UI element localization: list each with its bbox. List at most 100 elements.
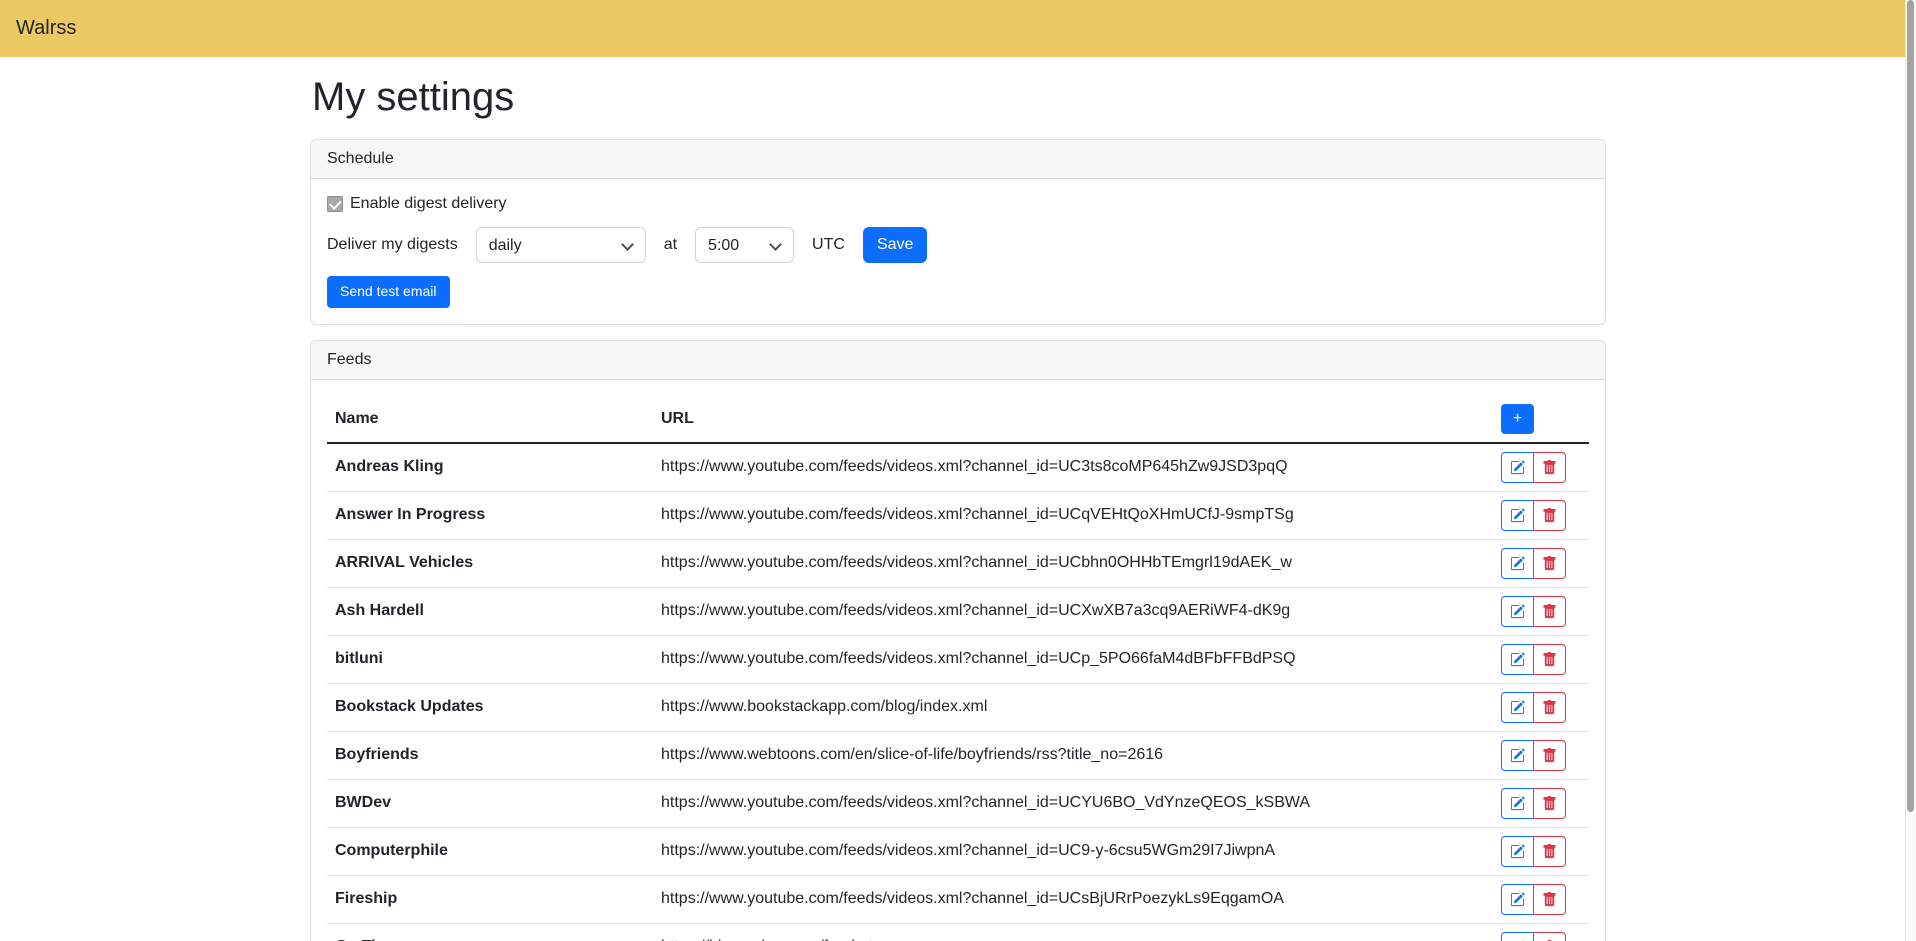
feed-actions-group	[1501, 500, 1566, 531]
feed-actions-group	[1501, 836, 1566, 867]
feed-actions-group	[1501, 452, 1566, 483]
save-button[interactable]: Save	[863, 227, 927, 263]
feed-url: https://www.youtube.com/feeds/videos.xml…	[653, 635, 1493, 683]
feed-actions-group	[1501, 740, 1566, 771]
feed-url: https://www.youtube.com/feeds/videos.xml…	[653, 443, 1493, 492]
feed-actions	[1493, 443, 1589, 492]
feed-name: Ash Hardell	[327, 587, 653, 635]
pencil-square-icon	[1510, 460, 1525, 475]
edit-feed-button[interactable]	[1501, 932, 1534, 941]
feed-actions-group	[1501, 596, 1566, 627]
add-feed-button[interactable]: +	[1501, 404, 1534, 434]
delete-feed-button[interactable]	[1533, 836, 1566, 867]
feed-actions	[1493, 635, 1589, 683]
feed-name: Computerphile	[327, 827, 653, 875]
edit-feed-button[interactable]	[1501, 788, 1534, 819]
feed-url: https://www.youtube.com/feeds/videos.xml…	[653, 491, 1493, 539]
feed-url: https://www.youtube.com/feeds/videos.xml…	[653, 875, 1493, 923]
schedule-card-header: Schedule	[311, 140, 1605, 179]
delete-feed-button[interactable]	[1533, 596, 1566, 627]
pencil-square-icon	[1510, 892, 1525, 907]
feed-name: Boyfriends	[327, 731, 653, 779]
table-row: Boyfriends https://www.webtoons.com/en/s…	[327, 731, 1589, 779]
feed-url: https://www.bookstackapp.com/blog/index.…	[653, 683, 1493, 731]
feeds-table: Name URL + Andreas Kling https://www.you…	[327, 396, 1589, 941]
trash-icon	[1542, 508, 1557, 523]
table-row: Bookstack Updates https://www.bookstacka…	[327, 683, 1589, 731]
pencil-square-icon	[1510, 652, 1525, 667]
feed-url: https://blog.golang.org/feed.atom	[653, 923, 1493, 941]
at-label: at	[664, 236, 677, 254]
delete-feed-button[interactable]	[1533, 548, 1566, 579]
feed-actions	[1493, 731, 1589, 779]
edit-feed-button[interactable]	[1501, 596, 1534, 627]
top-navbar: Walrss	[0, 0, 1916, 57]
table-row: Fireship https://www.youtube.com/feeds/v…	[327, 875, 1589, 923]
edit-feed-button[interactable]	[1501, 644, 1534, 675]
frequency-select-wrap: daily	[476, 227, 646, 263]
table-row: Go Time https://blog.golang.org/feed.ato…	[327, 923, 1589, 941]
feed-actions-group	[1501, 692, 1566, 723]
feed-name: Answer In Progress	[327, 491, 653, 539]
table-row: Answer In Progress https://www.youtube.c…	[327, 491, 1589, 539]
edit-feed-button[interactable]	[1501, 548, 1534, 579]
delete-feed-button[interactable]	[1533, 692, 1566, 723]
delete-feed-button[interactable]	[1533, 932, 1566, 941]
feed-actions	[1493, 923, 1589, 941]
feed-actions	[1493, 491, 1589, 539]
feed-actions	[1493, 827, 1589, 875]
feed-actions	[1493, 875, 1589, 923]
trash-icon	[1542, 796, 1557, 811]
frequency-select[interactable]: daily	[476, 227, 646, 263]
page-scrollbar[interactable]	[1905, 0, 1916, 941]
delete-feed-button[interactable]	[1533, 644, 1566, 675]
delete-feed-button[interactable]	[1533, 500, 1566, 531]
pencil-square-icon	[1510, 556, 1525, 571]
feed-actions-group	[1501, 644, 1566, 675]
delete-feed-button[interactable]	[1533, 884, 1566, 915]
trash-icon	[1542, 844, 1557, 859]
delete-feed-button[interactable]	[1533, 740, 1566, 771]
pencil-square-icon	[1510, 508, 1525, 523]
feeds-card: Feeds Name URL + Andreas Kling https://w…	[310, 340, 1606, 941]
trash-icon	[1542, 460, 1557, 475]
send-test-email-button[interactable]: Send test email	[327, 276, 450, 308]
table-row: Andreas Kling https://www.youtube.com/fe…	[327, 443, 1589, 492]
trash-icon	[1542, 892, 1557, 907]
table-row: Ash Hardell https://www.youtube.com/feed…	[327, 587, 1589, 635]
trash-icon	[1542, 700, 1557, 715]
feed-actions	[1493, 587, 1589, 635]
enable-digest-checkbox[interactable]	[327, 196, 343, 212]
page-title: My settings	[312, 73, 1606, 121]
edit-feed-button[interactable]	[1501, 692, 1534, 723]
time-select-wrap: 5:00	[695, 227, 794, 263]
deliver-digests-label: Deliver my digests	[327, 236, 458, 254]
scrollbar-thumb[interactable]	[1907, 0, 1914, 812]
edit-feed-button[interactable]	[1501, 836, 1534, 867]
enable-digest-label[interactable]: Enable digest delivery	[350, 195, 507, 213]
feed-url: https://www.youtube.com/feeds/videos.xml…	[653, 587, 1493, 635]
pencil-square-icon	[1510, 748, 1525, 763]
delete-feed-button[interactable]	[1533, 788, 1566, 819]
trash-icon	[1542, 652, 1557, 667]
time-select[interactable]: 5:00	[695, 227, 794, 263]
pencil-square-icon	[1510, 700, 1525, 715]
feed-name: Andreas Kling	[327, 443, 653, 492]
edit-feed-button[interactable]	[1501, 884, 1534, 915]
column-header-name: Name	[327, 396, 653, 443]
delete-feed-button[interactable]	[1533, 452, 1566, 483]
feed-name: Bookstack Updates	[327, 683, 653, 731]
edit-feed-button[interactable]	[1501, 740, 1534, 771]
feed-url: https://www.webtoons.com/en/slice-of-lif…	[653, 731, 1493, 779]
trash-icon	[1542, 748, 1557, 763]
feed-name: bitluni	[327, 635, 653, 683]
edit-feed-button[interactable]	[1501, 500, 1534, 531]
feed-actions	[1493, 683, 1589, 731]
feeds-table-header-row: Name URL +	[327, 396, 1589, 443]
timezone-label: UTC	[812, 236, 845, 254]
feed-actions-group	[1501, 548, 1566, 579]
app-brand[interactable]: Walrss	[16, 17, 76, 40]
feed-name: BWDev	[327, 779, 653, 827]
edit-feed-button[interactable]	[1501, 452, 1534, 483]
schedule-card: Schedule Enable digest delivery Deliver …	[310, 139, 1606, 325]
